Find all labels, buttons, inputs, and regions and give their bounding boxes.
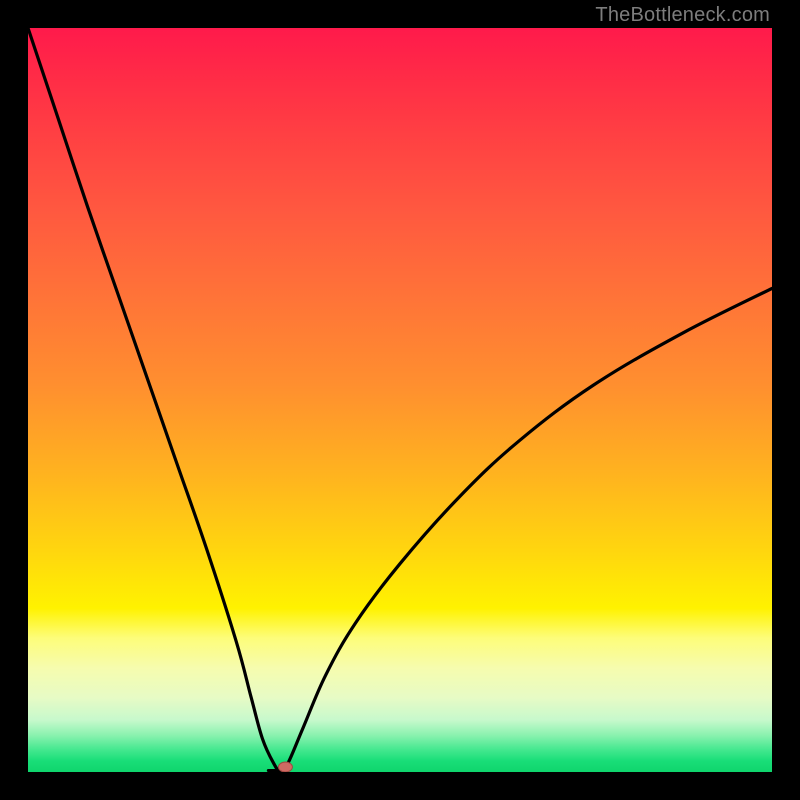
bottleneck-curve <box>28 28 772 772</box>
watermark-text: TheBottleneck.com <box>595 4 770 27</box>
plot-area <box>28 28 772 772</box>
chart-frame: TheBottleneck.com <box>0 0 800 800</box>
optimum-marker <box>278 762 292 772</box>
curve-path <box>28 28 772 772</box>
curve-layer <box>28 28 772 772</box>
